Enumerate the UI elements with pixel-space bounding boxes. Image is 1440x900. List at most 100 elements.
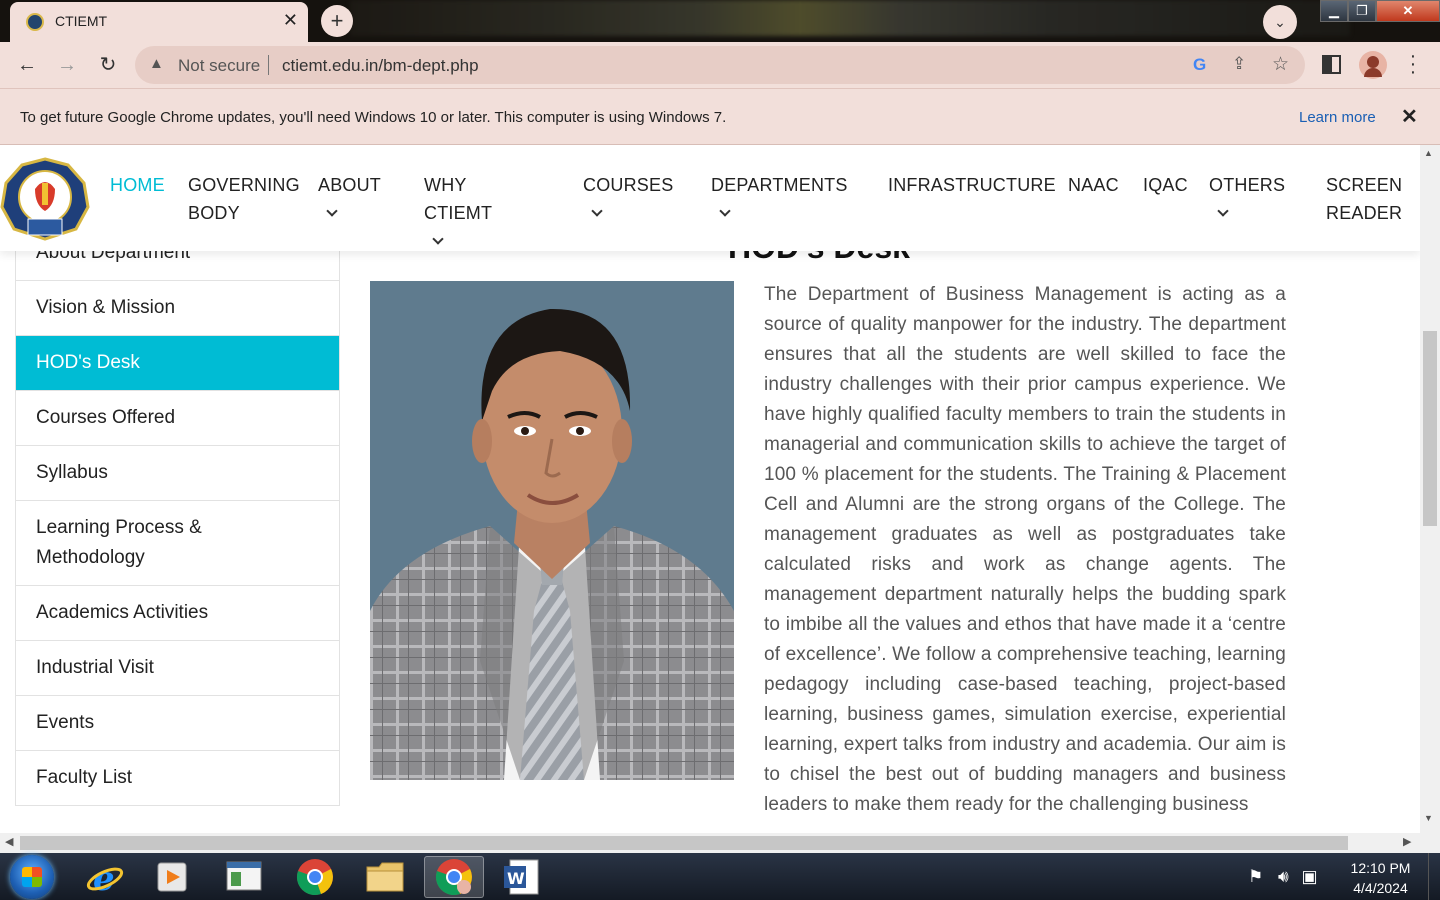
- browser-tab[interactable]: CTIEMT ✕: [10, 2, 308, 42]
- nav-naac[interactable]: NAAC: [1068, 171, 1119, 199]
- scroll-down-icon[interactable]: ▼: [1424, 813, 1433, 823]
- sidebar-item-vision-mission[interactable]: Vision & Mission: [16, 281, 339, 336]
- infobar-message: To get future Google Chrome updates, you…: [20, 109, 727, 126]
- browser-toolbar: ← → ↻ ▲ Not secure ctiemt.edu.in/bm-dept…: [0, 42, 1440, 88]
- vertical-scroll-thumb[interactable]: [1423, 331, 1437, 526]
- network-icon[interactable]: ▣: [1301, 867, 1317, 886]
- new-tab-button[interactable]: +: [321, 5, 353, 37]
- sidebar-item-faculty-list[interactable]: Faculty List: [16, 751, 339, 805]
- horizontal-scroll-thumb[interactable]: [20, 836, 1348, 850]
- share-icon[interactable]: ⇪: [1232, 54, 1246, 74]
- nav-about[interactable]: ABOUT: [318, 171, 381, 227]
- nav-courses[interactable]: COURSES: [583, 171, 673, 227]
- nav-screen-reader-label-2: READER: [1326, 203, 1403, 223]
- chevron-down-icon: [326, 205, 338, 217]
- nav-screen-reader-label: SCREEN: [1326, 175, 1403, 195]
- maximize-button[interactable]: ❐: [1348, 0, 1376, 22]
- sidebar-item-syllabus[interactable]: Syllabus: [16, 446, 339, 501]
- desktop-background: [350, 0, 1350, 36]
- scrollbar-corner: [1420, 833, 1440, 853]
- clock-date: 4/4/2024: [1353, 880, 1408, 896]
- google-icon[interactable]: G: [1193, 55, 1206, 75]
- site-header: HOME GOVERNING BODY ABOUT WHY CTIEMT COUR…: [0, 145, 1420, 251]
- tab-close-icon[interactable]: ✕: [283, 10, 298, 31]
- window-controls: ▁ ❐ ✕: [1320, 0, 1440, 22]
- nav-iqac-label: IQAC: [1143, 175, 1188, 195]
- nav-home-label: HOME: [110, 175, 165, 195]
- bookmark-star-icon[interactable]: ☆: [1272, 53, 1289, 76]
- scroll-up-icon[interactable]: ▲: [1424, 148, 1433, 158]
- profile-avatar[interactable]: [1359, 51, 1387, 79]
- nav-screen-reader[interactable]: SCREEN READER: [1326, 171, 1402, 227]
- sidebar-item-industrial-visit[interactable]: Industrial Visit: [16, 641, 339, 696]
- infobar-close-icon[interactable]: ✕: [1401, 104, 1418, 129]
- hod-photo: [370, 281, 734, 780]
- start-button[interactable]: [10, 855, 54, 899]
- chevron-down-icon: [719, 205, 731, 217]
- chevron-down-icon: [432, 233, 444, 245]
- chrome-active-icon[interactable]: [424, 856, 484, 898]
- system-tray: ⚑ 🔊︎ ▣: [1248, 867, 1318, 887]
- nav-about-label: ABOUT: [318, 175, 382, 195]
- tab-search-button[interactable]: ⌄: [1263, 5, 1297, 39]
- nav-governing-label-2: BODY: [188, 203, 240, 223]
- side-panel-icon[interactable]: [1322, 55, 1341, 74]
- sidebar-item-events[interactable]: Events: [16, 696, 339, 751]
- nav-why-label: WHY CTIEMT: [424, 175, 493, 223]
- scroll-left-icon[interactable]: ◀: [5, 835, 13, 848]
- nav-infrastructure-label: INFRASTRUCTURE: [888, 175, 1056, 195]
- volume-icon[interactable]: 🔊︎: [1278, 867, 1289, 886]
- chevron-down-icon: [591, 205, 603, 217]
- sidebar-item-academics-activities[interactable]: Academics Activities: [16, 586, 339, 641]
- page-viewport: About Department Vision & Mission HOD's …: [0, 145, 1420, 833]
- hod-portrait-illustration: [370, 281, 734, 780]
- clock-time: 12:10 PM: [1350, 860, 1411, 876]
- security-label[interactable]: Not secure: [178, 56, 260, 76]
- vertical-scrollbar[interactable]: ▲ ▼: [1420, 145, 1440, 833]
- chrome-icon[interactable]: [285, 856, 345, 898]
- url-text[interactable]: ctiemt.edu.in/bm-dept.php: [282, 56, 479, 76]
- update-infobar: To get future Google Chrome updates, you…: [0, 88, 1440, 145]
- hod-message-paragraph: The Department of Business Management is…: [764, 284, 1286, 815]
- action-center-flag-icon[interactable]: ⚑: [1248, 867, 1263, 886]
- menu-dots-icon[interactable]: · · ·: [1403, 46, 1423, 82]
- forward-icon[interactable]: →: [54, 52, 80, 78]
- address-bar[interactable]: ▲ Not secure ctiemt.edu.in/bm-dept.php G…: [135, 46, 1305, 84]
- nav-governing-label: GOVERNING: [188, 175, 300, 195]
- nav-naac-label: NAAC: [1068, 175, 1119, 195]
- taskbar: e W ⚑ 🔊︎ ▣ 12:10 PM 4/4/2024: [0, 853, 1440, 900]
- nav-iqac[interactable]: IQAC: [1143, 171, 1188, 199]
- nav-departments-label: DEPARTMENTS: [711, 175, 848, 195]
- sidebar-item-learning-process[interactable]: Learning Process & Methodology: [16, 501, 339, 586]
- chevron-down-icon: [1217, 205, 1229, 217]
- learn-more-link[interactable]: Learn more: [1299, 109, 1376, 126]
- windows-logo-icon: [22, 867, 42, 887]
- nav-why-ctiemt[interactable]: WHY CTIEMT: [424, 171, 492, 255]
- nav-courses-label: COURSES: [583, 175, 674, 195]
- nav-departments[interactable]: DEPARTMENTS: [711, 171, 848, 227]
- minimize-button[interactable]: ▁: [1320, 0, 1348, 22]
- nav-infrastructure[interactable]: INFRASTRUCTURE: [888, 171, 1056, 199]
- scroll-right-icon[interactable]: ▶: [1403, 835, 1411, 848]
- explorer-window-icon[interactable]: [214, 856, 274, 898]
- show-desktop-button[interactable]: [1428, 853, 1440, 900]
- warning-icon[interactable]: ▲: [149, 55, 164, 72]
- media-player-icon[interactable]: [142, 856, 202, 898]
- back-icon[interactable]: ←: [14, 52, 40, 78]
- nav-governing-body[interactable]: GOVERNING BODY: [188, 171, 300, 227]
- omnibox-divider: [268, 55, 269, 75]
- svg-text:e: e: [93, 859, 115, 897]
- sidebar-item-courses-offered[interactable]: Courses Offered: [16, 391, 339, 446]
- window-close-button[interactable]: ✕: [1376, 0, 1440, 22]
- reload-icon[interactable]: ↻: [95, 52, 121, 78]
- internet-explorer-icon[interactable]: e: [75, 856, 135, 898]
- nav-others-label: OTHERS: [1209, 175, 1286, 195]
- system-clock[interactable]: 12:10 PM 4/4/2024: [1343, 858, 1418, 898]
- nav-home[interactable]: HOME: [110, 171, 165, 199]
- nav-others[interactable]: OTHERS: [1209, 171, 1285, 227]
- folder-icon[interactable]: [355, 856, 415, 898]
- word-icon[interactable]: W: [492, 856, 552, 898]
- ctiemt-logo[interactable]: [0, 157, 90, 241]
- sidebar-item-hods-desk[interactable]: HOD's Desk: [16, 336, 339, 391]
- horizontal-scrollbar[interactable]: ◀ ▶: [0, 833, 1420, 853]
